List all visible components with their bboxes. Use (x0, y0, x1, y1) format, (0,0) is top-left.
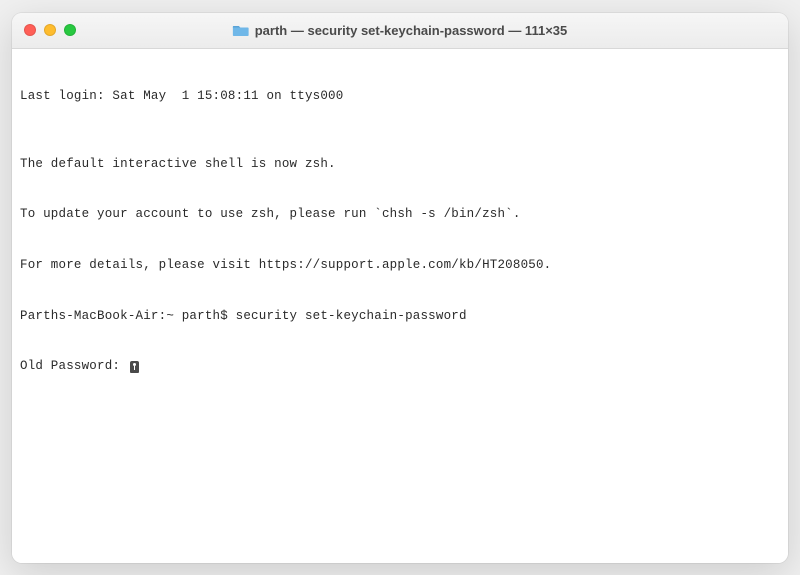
terminal-password-prompt-line: Old Password: (20, 358, 780, 375)
terminal-line-last-login: Last login: Sat May 1 15:08:11 on ttys00… (20, 88, 780, 105)
zoom-button[interactable] (64, 24, 76, 36)
secure-input-icon (130, 361, 139, 373)
terminal-prompt-line: Parths-MacBook-Air:~ parth$ security set… (20, 308, 780, 325)
terminal-body[interactable]: Last login: Sat May 1 15:08:11 on ttys00… (12, 49, 788, 563)
window-title: parth — security set-keychain-password —… (255, 23, 568, 38)
folder-icon (233, 24, 249, 37)
password-prompt-label: Old Password: (20, 359, 128, 373)
shell-prompt: Parths-MacBook-Air:~ parth$ (20, 309, 236, 323)
minimize-button[interactable] (44, 24, 56, 36)
terminal-line-zsh-3: For more details, please visit https://s… (20, 257, 780, 274)
window-title-area: parth — security set-keychain-password —… (233, 23, 568, 38)
titlebar[interactable]: parth — security set-keychain-password —… (12, 13, 788, 49)
entered-command: security set-keychain-password (236, 309, 467, 323)
traffic-lights (24, 24, 76, 36)
terminal-window: parth — security set-keychain-password —… (12, 13, 788, 563)
terminal-line-zsh-1: The default interactive shell is now zsh… (20, 156, 780, 173)
close-button[interactable] (24, 24, 36, 36)
terminal-line-zsh-2: To update your account to use zsh, pleas… (20, 206, 780, 223)
